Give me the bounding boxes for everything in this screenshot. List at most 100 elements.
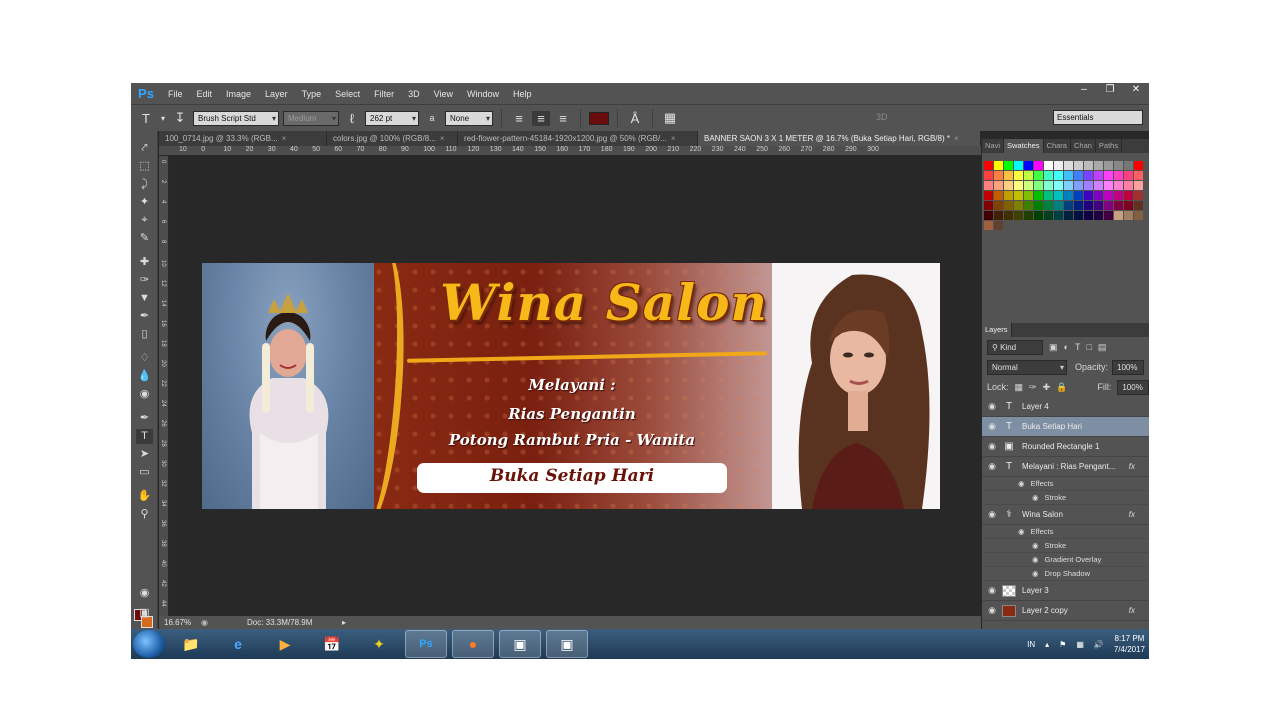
color-swatch[interactable]: [1084, 191, 1093, 200]
magic-wand-tool-icon[interactable]: ✦: [136, 195, 153, 210]
photoshop-taskbar-icon[interactable]: Ps: [405, 630, 447, 658]
fx-icon[interactable]: fx: [1129, 510, 1135, 519]
marquee-tool-icon[interactable]: ⬚: [136, 159, 153, 174]
color-swatch[interactable]: [984, 201, 993, 210]
crop-tool-icon[interactable]: ⌖: [136, 213, 153, 228]
eye-icon[interactable]: ◉: [982, 461, 1002, 472]
restore-icon[interactable]: ❐: [1097, 83, 1123, 97]
filter-adjust-icon[interactable]: ◐: [1064, 342, 1069, 352]
rectangle-tool-icon[interactable]: ▭: [136, 465, 153, 480]
color-swatch[interactable]: [1084, 171, 1093, 180]
type-tool-preset-icon[interactable]: T: [137, 111, 155, 126]
hand-tool-icon[interactable]: ✋: [136, 489, 153, 504]
fx-icon[interactable]: fx: [1129, 606, 1135, 615]
eye-icon[interactable]: ◉: [982, 441, 1002, 452]
color-swatch[interactable]: [1114, 201, 1123, 210]
eye-icon[interactable]: ◉: [1032, 493, 1039, 502]
firefox-icon[interactable]: ●: [452, 630, 494, 658]
align-right-icon[interactable]: ≡: [554, 111, 572, 126]
color-swatch[interactable]: [1104, 161, 1113, 170]
menu-image[interactable]: Image: [219, 89, 258, 99]
eye-icon[interactable]: ◉: [1018, 479, 1025, 488]
character-panel-icon[interactable]: ▦: [661, 110, 679, 126]
color-swatch[interactable]: [1054, 191, 1063, 200]
color-swatch[interactable]: [984, 211, 993, 220]
color-swatch[interactable]: [1124, 211, 1133, 220]
eye-icon[interactable]: ◉: [1032, 541, 1039, 550]
layer-name[interactable]: Buka Setiap Hari: [1022, 422, 1082, 431]
lasso-tool-icon[interactable]: ⤸: [136, 177, 153, 192]
color-swatch[interactable]: [1114, 171, 1123, 180]
color-swatch[interactable]: [1024, 201, 1033, 210]
healing-brush-tool-icon[interactable]: ✚: [136, 255, 153, 270]
color-swatch[interactable]: [994, 201, 1003, 210]
layer-row[interactable]: ◉ Layer 2 copy fx: [982, 601, 1149, 621]
color-swatch[interactable]: [1124, 181, 1133, 190]
banner-artwork[interactable]: Wina Salon Melayani : Rias Pengantin Pot…: [202, 263, 940, 509]
color-swatch[interactable]: [1064, 201, 1073, 210]
color-swatch[interactable]: [994, 221, 1003, 230]
menu-layer[interactable]: Layer: [258, 89, 295, 99]
internet-explorer-icon[interactable]: e: [217, 630, 259, 658]
effect-row[interactable]: ◉ Gradient Overlay: [982, 553, 1149, 567]
color-swatch[interactable]: [1134, 181, 1143, 190]
eye-icon[interactable]: ◉: [982, 585, 1002, 596]
color-swatch[interactable]: [1034, 161, 1043, 170]
zoom-level[interactable]: 16.67%: [164, 616, 191, 629]
color-swatch[interactable]: [1004, 201, 1013, 210]
blur-tool-icon[interactable]: 💧: [136, 369, 153, 384]
color-swatch[interactable]: [1054, 201, 1063, 210]
eye-icon[interactable]: ◉: [1032, 569, 1039, 578]
zoom-tool-icon[interactable]: ⚲: [136, 507, 153, 522]
color-swatch[interactable]: [1044, 191, 1053, 200]
layer-name[interactable]: Layer 2 copy: [1022, 606, 1068, 615]
close-icon[interactable]: ×: [440, 134, 445, 143]
menu-help[interactable]: Help: [506, 89, 539, 99]
color-swatch[interactable]: [1044, 171, 1053, 180]
effect-row[interactable]: ◉ Drop Shadow: [982, 567, 1149, 581]
tab-layers[interactable]: Layers: [982, 323, 1012, 337]
color-swatch[interactable]: [1074, 171, 1083, 180]
color-swatch[interactable]: [1134, 191, 1143, 200]
lock-transparent-icon[interactable]: ▦: [1015, 382, 1024, 393]
color-swatch[interactable]: [984, 171, 993, 180]
filter-pixel-icon[interactable]: ▣: [1049, 342, 1058, 353]
minimize-icon[interactable]: –: [1071, 83, 1097, 97]
color-swatch[interactable]: [1094, 211, 1103, 220]
color-swatch[interactable]: [1004, 171, 1013, 180]
move-tool-icon[interactable]: ⤤: [136, 141, 153, 156]
path-selection-tool-icon[interactable]: ➤: [136, 447, 153, 462]
color-swatch[interactable]: [1094, 181, 1103, 190]
font-style-select[interactable]: Medium ▾: [283, 110, 339, 126]
swatch-grid[interactable]: [984, 161, 1143, 230]
menu-3d[interactable]: 3D: [401, 89, 427, 99]
eraser-tool-icon[interactable]: ▯: [136, 327, 153, 342]
color-swatch[interactable]: [1034, 181, 1043, 190]
color-swatch[interactable]: [1014, 211, 1023, 220]
color-swatch[interactable]: [1054, 211, 1063, 220]
app-window-icon[interactable]: ▣: [499, 630, 541, 658]
color-swatch[interactable]: [1034, 201, 1043, 210]
color-swatch[interactable]: [994, 181, 1003, 190]
pen-tool-icon[interactable]: ✒: [136, 411, 153, 426]
color-swatch[interactable]: [1114, 191, 1123, 200]
network-icon[interactable]: ▦: [1076, 640, 1084, 649]
color-swatch[interactable]: [1094, 191, 1103, 200]
color-swatch[interactable]: [1024, 191, 1033, 200]
lock-all-icon[interactable]: 🔒: [1056, 382, 1067, 393]
explorer-icon[interactable]: 📁: [170, 630, 212, 658]
color-swatch[interactable]: [1094, 161, 1103, 170]
eye-icon[interactable]: ◉: [982, 401, 1002, 412]
menu-view[interactable]: View: [427, 89, 460, 99]
tray-expand-icon[interactable]: ▴: [1045, 640, 1049, 649]
color-swatch[interactable]: [1104, 211, 1113, 220]
color-swatch[interactable]: [1044, 201, 1053, 210]
tab-document-active[interactable]: BANNER SAON 3 X 1 METER @ 16.7% (Buka Se…: [698, 131, 981, 146]
color-swatch[interactable]: [1114, 161, 1123, 170]
color-swatch[interactable]: [1064, 161, 1073, 170]
color-swatch[interactable]: [1084, 161, 1093, 170]
layer-row[interactable]: ◉ ⚕ Wina Salon fx: [982, 505, 1149, 525]
history-brush-tool-icon[interactable]: ✒: [136, 309, 153, 324]
tab-document-3[interactable]: red-flower-pattern-45184-1920x1200.jpg @…: [458, 131, 698, 146]
color-swatch[interactable]: [1034, 211, 1043, 220]
